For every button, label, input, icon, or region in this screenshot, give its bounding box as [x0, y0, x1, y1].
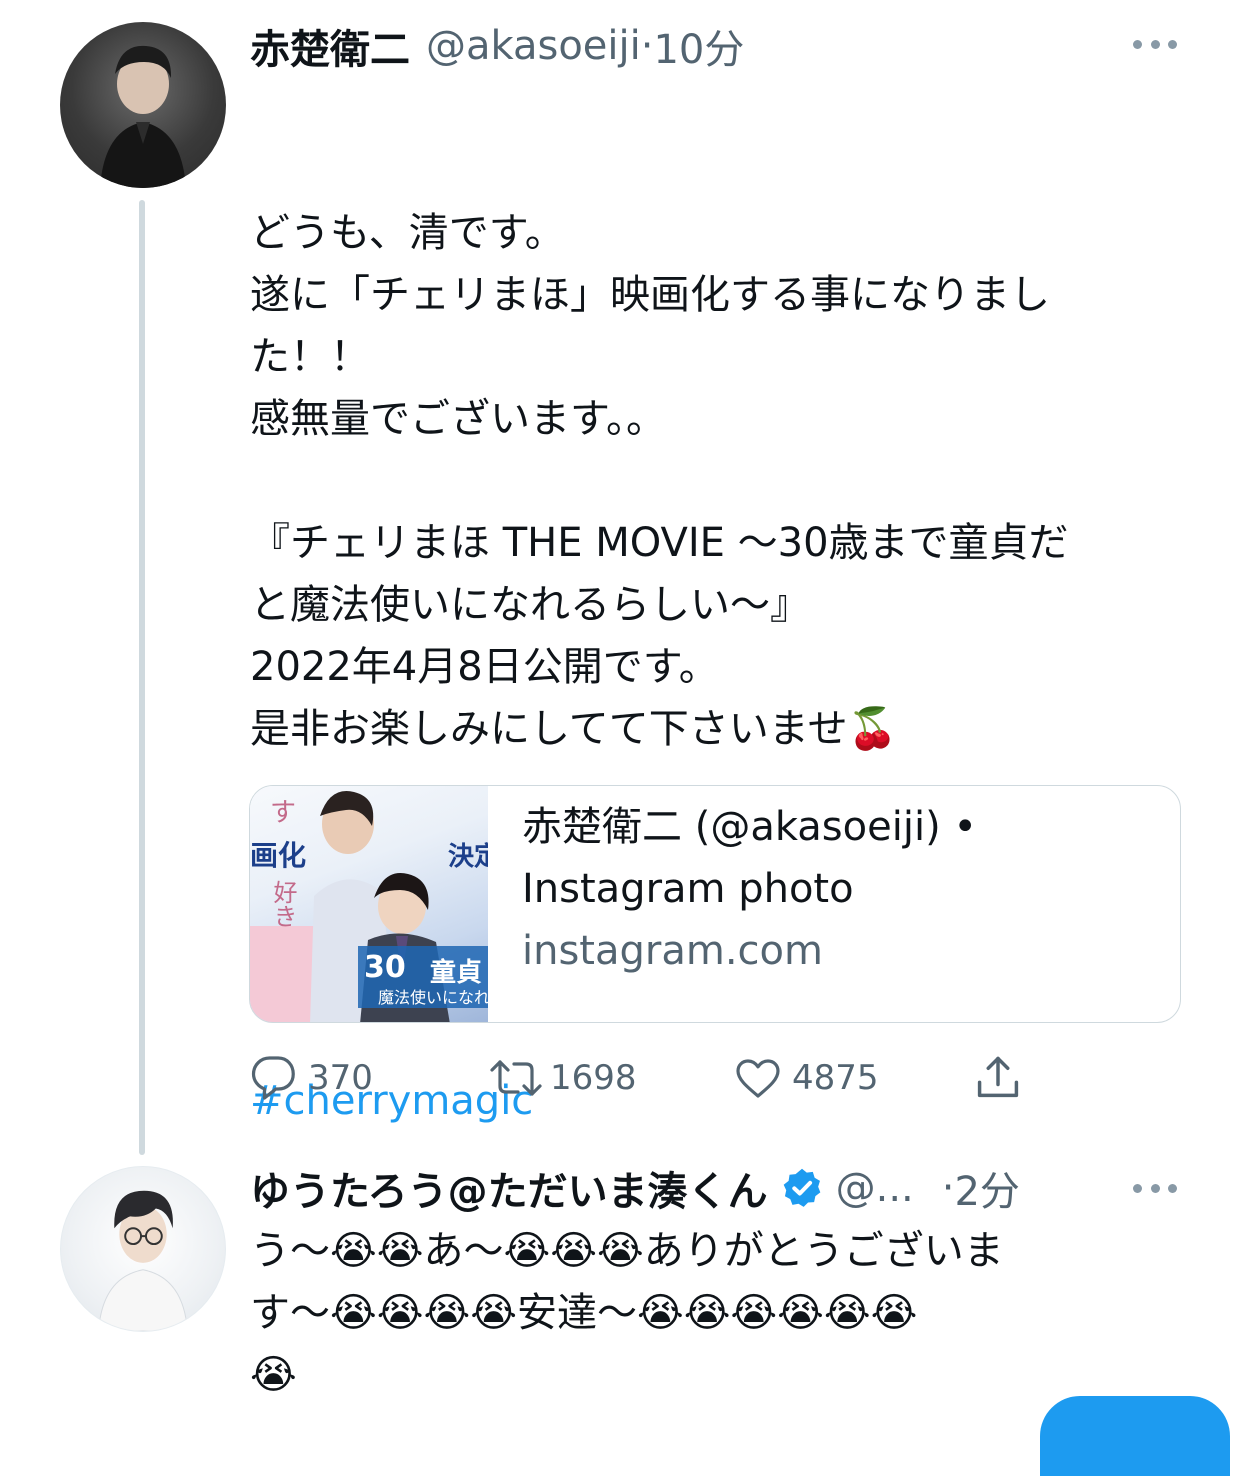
poster-text: 決定	[448, 842, 488, 872]
reply-icon	[250, 1054, 298, 1102]
poster-text: 画化	[250, 839, 307, 872]
tweet-text: どうも、清です。 遂に「チェリまほ」映画化する事になりまし た！！ 感無量でござ…	[250, 210, 1069, 752]
reply-text: う～😭😭あ～😭😭😭ありがとうございま す～😭😭😭😭安達～😭😭😭😭😭😭 😭	[250, 1228, 1004, 1398]
like-button[interactable]: 4875	[734, 1048, 879, 1108]
more-horizontal-icon[interactable]	[1133, 1168, 1177, 1208]
poster-text: 好き	[269, 880, 297, 928]
reply-count: 370	[308, 1058, 373, 1098]
author-handle[interactable]: @akasoeiji	[426, 23, 641, 69]
compose-tweet-button[interactable]	[1040, 1396, 1230, 1476]
reply-author-handle[interactable]: @...	[836, 1165, 914, 1211]
poster-text: す	[270, 798, 297, 828]
verified-badge-icon	[780, 1166, 824, 1210]
avatar-photo	[100, 45, 186, 188]
more-horizontal-icon[interactable]	[1133, 24, 1177, 64]
thread-connector-line	[139, 200, 145, 1155]
link-card-title: 赤楚衛二 (@akasoeiji) • Instagram photo	[522, 804, 977, 912]
tweet-header: 赤楚衛二 @akasoeiji · 10分	[250, 18, 744, 74]
heart-icon	[734, 1054, 782, 1102]
author-avatar[interactable]	[60, 22, 226, 188]
reply-author-avatar[interactable]	[60, 1166, 226, 1332]
share-icon	[972, 1052, 1024, 1104]
tweet-actions: 370 1698 4875	[250, 1048, 1050, 1108]
like-count: 4875	[792, 1058, 879, 1098]
link-card-text: 赤楚衛二 (@akasoeiji) • Instagram photo inst…	[522, 796, 1162, 982]
avatar-photo	[98, 1190, 188, 1331]
separator-dot: ·	[640, 23, 654, 69]
poster-text: 30	[364, 950, 406, 985]
poster-text: 魔法使いになれ	[378, 988, 488, 1007]
link-preview-image: す 画化 決定 好き 30 童貞 魔法使いになれ	[250, 786, 488, 1022]
share-button[interactable]	[972, 1048, 1024, 1108]
link-preview-card[interactable]: す 画化 決定 好き 30 童貞 魔法使いになれ 赤楚衛二 (@akasoeij…	[249, 785, 1181, 1023]
tweet-time[interactable]: 10分	[653, 17, 744, 75]
retweet-button[interactable]: 1698	[488, 1048, 637, 1108]
reply-time[interactable]: 2分	[954, 1159, 1019, 1217]
link-card-domain: instagram.com	[522, 928, 823, 974]
reply-author-name[interactable]: ゆうたろう@ただいま湊くん	[250, 1159, 768, 1217]
separator-dot: ·	[941, 1165, 955, 1211]
retweet-icon	[488, 1054, 544, 1102]
tweet-body: どうも、清です。 遂に「チェリまほ」映画化する事になりまし た！！ 感無量でござ…	[250, 78, 1210, 1194]
author-name[interactable]: 赤楚衛二	[250, 17, 410, 75]
retweet-count: 1698	[550, 1058, 637, 1098]
reply-header: ゆうたろう@ただいま湊くん @... · 2分	[250, 1160, 1020, 1216]
reply-button[interactable]: 370	[250, 1048, 373, 1108]
